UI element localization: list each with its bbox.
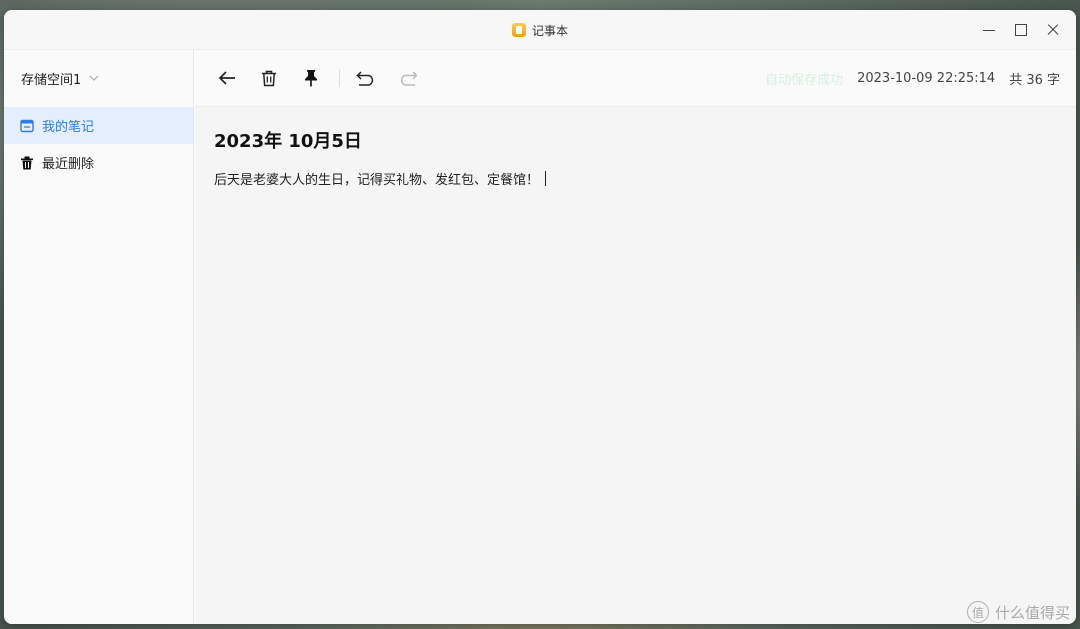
main-panel: 自动保存成功 2023-10-09 22:25:14 共 36 字 2023年 … (195, 50, 1076, 624)
delete-button[interactable] (259, 68, 279, 88)
minimize-button[interactable] (982, 23, 996, 37)
word-count: 共 36 字 (1009, 73, 1060, 88)
note-body[interactable]: 后天是老婆大人的生日，记得买礼物、发红包、定餐馆！ (214, 169, 1057, 188)
notepad-app-icon (511, 23, 526, 37)
maximize-button[interactable] (1014, 23, 1028, 37)
title-bar[interactable]: 记事本 (4, 10, 1076, 50)
title-area: 记事本 (4, 10, 1076, 50)
chevron-down-icon (89, 73, 99, 84)
note-body-text: 后天是老婆大人的生日，记得买礼物、发红包、定餐馆！ (214, 173, 540, 188)
redo-button[interactable] (398, 68, 418, 88)
delete-icon (262, 70, 276, 86)
toolbar-divider (339, 69, 340, 87)
sidebar-item-label: 我的笔记 (42, 120, 95, 135)
watermark-text: 什么值得买 (994, 603, 1070, 622)
storage-selector[interactable]: 存储空间1 (4, 50, 193, 107)
redo-icon (400, 71, 418, 86)
sidebar: 存储空间1 我的笔记 最近删除 (4, 50, 194, 624)
autosave-status: 自动保存成功 (765, 73, 844, 88)
notebook-icon (20, 119, 34, 133)
note-title[interactable]: 2023年 10月5日 (214, 127, 1057, 153)
editor-toolbar: 自动保存成功 2023-10-09 22:25:14 共 36 字 (195, 50, 1076, 107)
watermark-badge: 值 (966, 601, 989, 623)
notepad-window: 记事本 存储空间1 我的笔记 最近删除 自动保存成功 2023-10-09 22… (4, 10, 1076, 624)
back-button[interactable] (217, 68, 237, 88)
toolbar-status: 自动保存成功 2023-10-09 22:25:14 共 36 字 (765, 50, 1060, 107)
undo-button[interactable] (356, 68, 376, 88)
back-arrow-icon (218, 71, 235, 85)
saved-timestamp: 2023-10-09 22:25:14 (857, 71, 996, 86)
sidebar-item-recently-deleted[interactable]: 最近删除 (4, 144, 193, 181)
window-controls (982, 10, 1060, 50)
text-caret (545, 171, 547, 186)
trash-icon (20, 156, 34, 170)
undo-icon (356, 71, 374, 86)
pin-icon (305, 70, 317, 87)
sidebar-item-my-notes[interactable]: 我的笔记 (4, 107, 193, 144)
window-title: 记事本 (531, 23, 568, 38)
storage-label: 存储空间1 (21, 73, 82, 88)
note-editor[interactable]: 2023年 10月5日 后天是老婆大人的生日，记得买礼物、发红包、定餐馆！ (195, 107, 1076, 208)
sidebar-item-label: 最近删除 (42, 157, 95, 172)
close-button[interactable] (1046, 23, 1060, 37)
watermark: 值 什么值得买 (966, 601, 1070, 623)
pin-button[interactable] (301, 68, 321, 88)
